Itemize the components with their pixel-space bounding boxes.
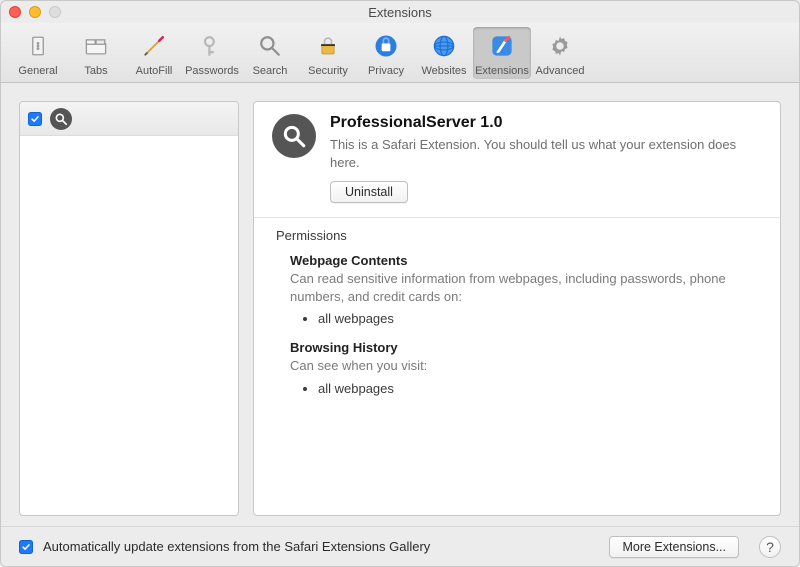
help-button[interactable]: ? [759, 536, 781, 558]
window-title: Extensions [1, 5, 799, 20]
autofill-icon [140, 32, 168, 63]
uninstall-button[interactable]: Uninstall [330, 181, 408, 203]
tab-advanced-label: Advanced [536, 65, 585, 77]
preferences-toolbar: General Tabs AutoFill [1, 23, 799, 83]
permission-group-desc: Can see when you visit: [290, 357, 758, 375]
tab-websites[interactable]: Websites [415, 27, 473, 79]
tab-tabs-label: Tabs [84, 65, 107, 77]
permission-group-desc: Can read sensitive information from webp… [290, 270, 758, 305]
globe-icon [430, 32, 458, 63]
search-icon [256, 32, 284, 63]
titlebar: Extensions [1, 1, 799, 23]
tab-autofill[interactable]: AutoFill [125, 27, 183, 79]
extension-enabled-checkbox[interactable] [28, 112, 42, 126]
extension-list-item[interactable] [20, 102, 238, 136]
tab-general-label: General [18, 65, 57, 77]
extension-header: ProfessionalServer 1.0 This is a Safari … [254, 102, 780, 218]
tab-search[interactable]: Search [241, 27, 299, 79]
permission-group-title: Browsing History [290, 340, 758, 355]
permission-item: all webpages [318, 311, 758, 326]
lock-icon [314, 32, 342, 63]
permission-group-browsing-history: Browsing History Can see when you visit:… [276, 340, 758, 396]
extension-detail-pane: ProfessionalServer 1.0 This is a Safari … [253, 101, 781, 516]
more-extensions-button[interactable]: More Extensions... [609, 536, 739, 558]
extension-title: ProfessionalServer 1.0 [330, 114, 762, 132]
footer: Automatically update extensions from the… [1, 526, 799, 566]
extensions-icon [488, 32, 516, 63]
permission-group-items: all webpages [310, 311, 758, 326]
tab-privacy-label: Privacy [368, 65, 404, 77]
extensions-list [19, 101, 239, 516]
permissions-heading: Permissions [276, 228, 758, 243]
auto-update-label: Automatically update extensions from the… [43, 539, 430, 554]
tab-privacy[interactable]: Privacy [357, 27, 415, 79]
tab-extensions-label: Extensions [475, 65, 529, 77]
tab-search-label: Search [253, 65, 288, 77]
permission-item: all webpages [318, 381, 758, 396]
general-icon [24, 32, 52, 63]
auto-update-checkbox[interactable] [19, 540, 33, 554]
tab-general[interactable]: General [9, 27, 67, 79]
permission-group-title: Webpage Contents [290, 253, 758, 268]
tabs-icon [82, 32, 110, 63]
gear-icon [546, 32, 574, 63]
permission-group-webpage-contents: Webpage Contents Can read sensitive info… [276, 253, 758, 326]
tab-tabs[interactable]: Tabs [67, 27, 125, 79]
extension-description: This is a Safari Extension. You should t… [330, 136, 762, 171]
content-area: ProfessionalServer 1.0 This is a Safari … [1, 83, 799, 526]
tab-passwords-label: Passwords [185, 65, 239, 77]
privacy-icon [372, 32, 400, 63]
magnifier-icon [50, 108, 72, 130]
magnifier-icon [272, 114, 316, 158]
tab-security[interactable]: Security [299, 27, 357, 79]
permissions-section: Permissions Webpage Contents Can read se… [254, 218, 780, 420]
tab-security-label: Security [308, 65, 348, 77]
permission-group-items: all webpages [310, 381, 758, 396]
preferences-window: Extensions General T [0, 0, 800, 567]
tab-autofill-label: AutoFill [136, 65, 173, 77]
key-icon [198, 32, 226, 63]
tab-advanced[interactable]: Advanced [531, 27, 589, 79]
tab-passwords[interactable]: Passwords [183, 27, 241, 79]
tab-websites-label: Websites [421, 65, 466, 77]
tab-extensions[interactable]: Extensions [473, 27, 531, 79]
